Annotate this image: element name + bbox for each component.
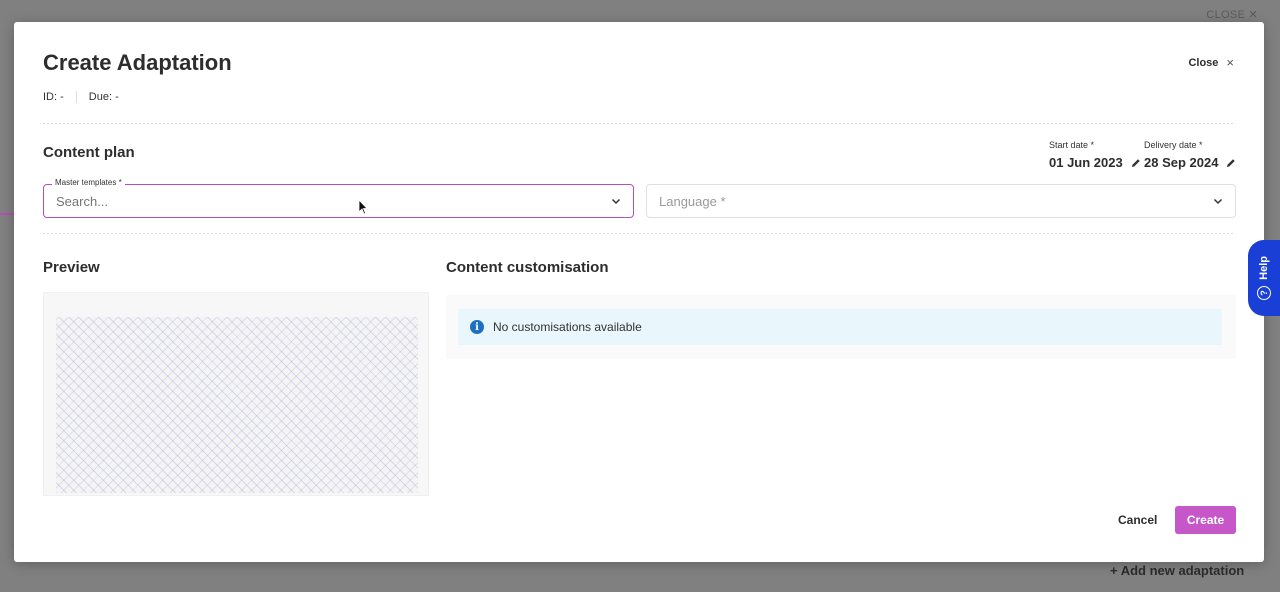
help-label: Help <box>1258 256 1270 280</box>
adaptation-meta: ID: - Due: - <box>43 91 119 103</box>
delivery-date-block: Delivery date * 28 Sep 2024 <box>1144 140 1236 170</box>
master-templates-search-input[interactable] <box>56 193 611 209</box>
preview-title: Preview <box>43 259 100 276</box>
info-message: No customisations available <box>493 320 642 334</box>
chevron-down-icon[interactable] <box>611 196 621 206</box>
delivery-date-value: 28 Sep 2024 <box>1144 155 1219 170</box>
preview-placeholder-image <box>56 317 418 493</box>
preview-panel <box>43 292 429 496</box>
customisation-panel: i No customisations available <box>446 295 1236 359</box>
background-close-link: CLOSE ✕ <box>1206 9 1258 21</box>
meta-separator <box>75 91 77 103</box>
language-select[interactable]: Language * <box>646 184 1236 218</box>
start-date-block: Start date * 01 Jun 2023 <box>1049 140 1141 170</box>
master-templates-field[interactable]: Master templates * <box>43 178 634 218</box>
cancel-button[interactable]: Cancel <box>1108 506 1167 534</box>
close-button[interactable]: Close × <box>1188 55 1234 70</box>
start-date-label: Start date * <box>1049 140 1095 150</box>
due-label: Due: - <box>88 91 119 103</box>
help-question-icon: ? <box>1257 285 1271 300</box>
dialog-title: Create Adaptation <box>43 50 232 75</box>
background-add-new-adaptation: + Add new adaptation <box>1110 563 1245 578</box>
edit-delivery-date-pencil-icon[interactable] <box>1226 158 1236 168</box>
create-button[interactable]: Create <box>1175 506 1236 534</box>
close-icon: × <box>1226 55 1234 70</box>
info-banner: i No customisations available <box>458 309 1222 345</box>
delivery-date-label: Delivery date * <box>1144 140 1203 150</box>
id-label: ID: - <box>43 91 64 103</box>
start-date-value: 01 Jun 2023 <box>1049 155 1123 170</box>
close-label: Close <box>1188 56 1219 69</box>
content-plan-title: Content plan <box>43 144 135 161</box>
info-icon: i <box>470 320 484 334</box>
help-tab[interactable]: Help ? <box>1248 240 1280 316</box>
content-customisation-title: Content customisation <box>446 259 609 276</box>
create-adaptation-dialog: Create Adaptation Close × ID: - Due: - C… <box>14 22 1264 562</box>
section-divider <box>43 233 1235 234</box>
mouse-cursor-icon <box>358 199 368 215</box>
chevron-down-icon[interactable] <box>1213 196 1223 206</box>
master-templates-label: Master templates * <box>52 178 125 187</box>
section-divider <box>43 123 1235 124</box>
background-accent-line <box>0 213 14 215</box>
language-placeholder: Language * <box>659 193 726 209</box>
edit-start-date-pencil-icon[interactable] <box>1131 158 1141 168</box>
